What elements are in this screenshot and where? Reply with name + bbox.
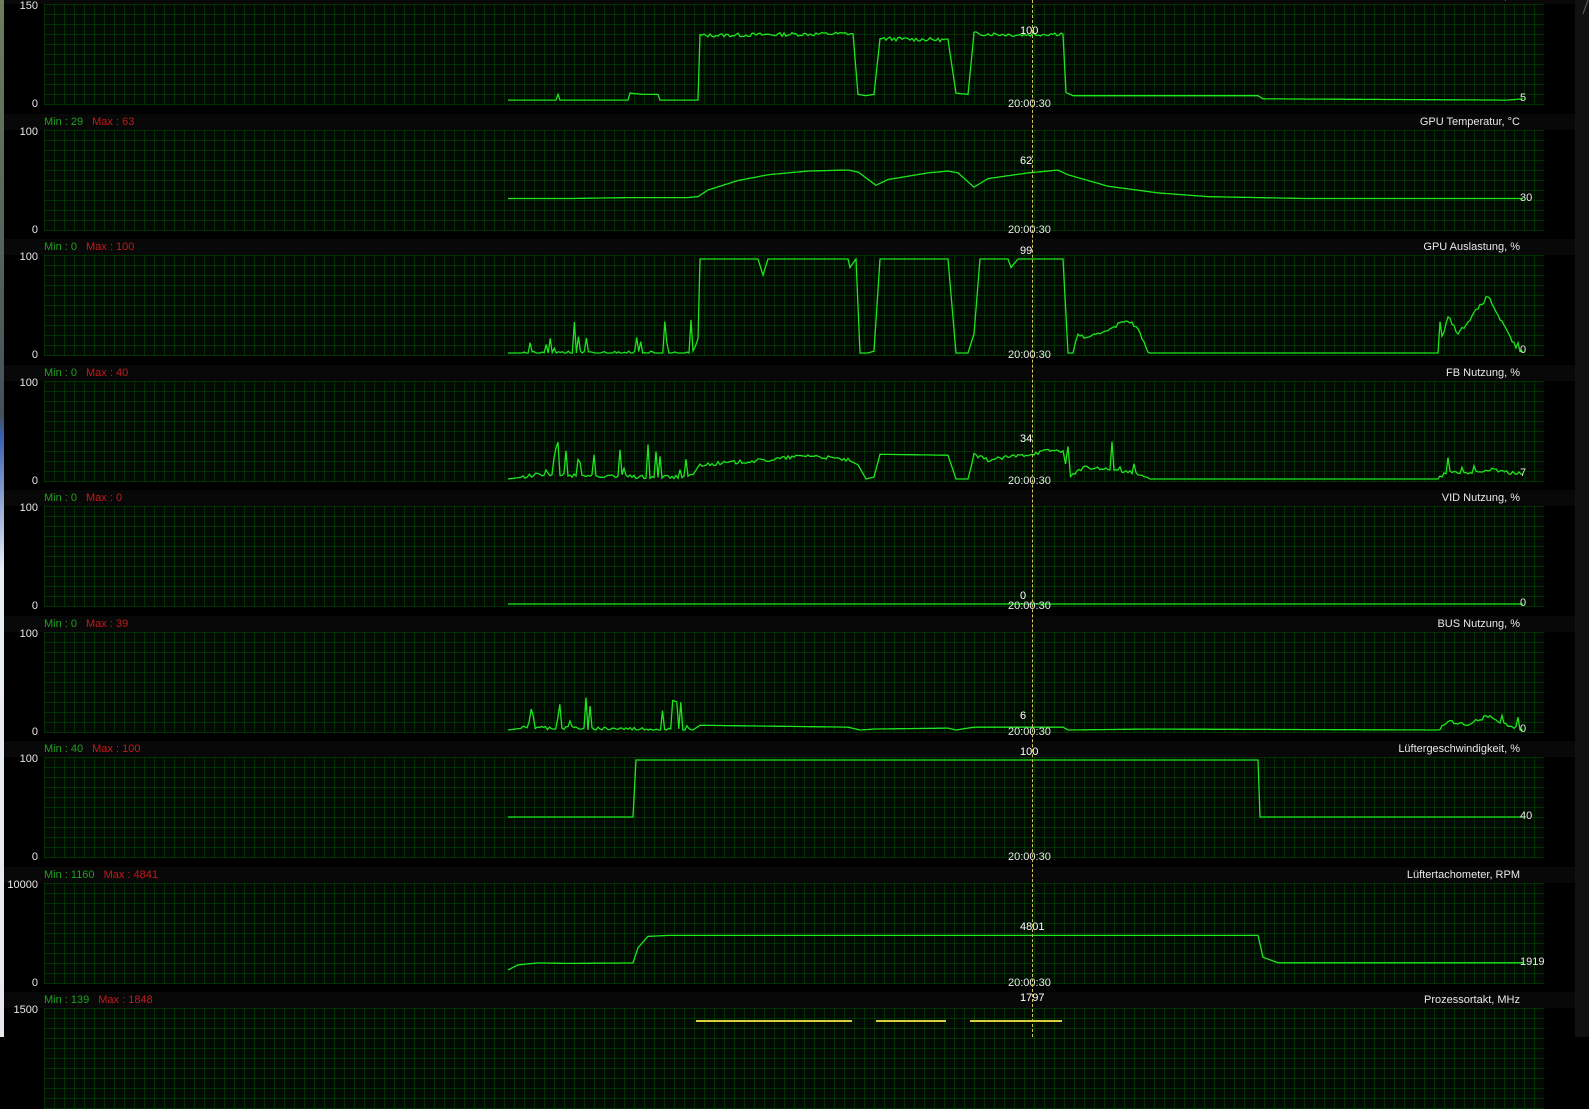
graph-panel[interactable]: Min : 0 Max : 100 GPU Auslastung, % 100 0 0 99… (4, 239, 1575, 361)
current-value-label: 7 (1520, 467, 1527, 480)
metric-trace (508, 169, 1523, 200)
trace-line (508, 31, 1524, 101)
timestamp-label: 20:00:30 (1008, 600, 1051, 612)
current-value-label: 0 (1520, 723, 1527, 735)
timestamp-label: 20:00:30 (1008, 98, 1051, 110)
graph-panel[interactable]: Min : 5Max : 112Power, %1500510020:00:30 (4, 0, 1575, 110)
cursor-value-label: 99 (1020, 244, 1033, 257)
metric-trace (508, 759, 1523, 818)
current-value-label: 0 (1520, 597, 1527, 609)
min-value: Min : 139 (44, 994, 90, 1006)
timestamp-label: 20:00:30 (1008, 977, 1051, 989)
current-value-label: 1919 (1520, 955, 1545, 968)
metric-trace (508, 257, 1524, 355)
trace-line (508, 169, 1523, 200)
current-value-label: 30 (1520, 191, 1533, 204)
current-value-label: 5 (1520, 91, 1527, 104)
graph-panel[interactable]: Min : 0 Max : 0 VID Nutzung, % 100 0 0 0 20:00:… (4, 490, 1575, 612)
graph-panel[interactable]: Min : 40 Max : 100 Lüftergeschwindigkeit, … (4, 741, 1575, 863)
metric-trace (508, 31, 1524, 101)
trace-line (507, 934, 1523, 971)
timestamp-label: 20:00:30 (1008, 851, 1051, 863)
panel-header (4, 992, 1575, 1008)
current-value-label: 0 (1520, 344, 1527, 357)
time-cursor[interactable] (1032, 0, 1033, 1037)
next-graph-trace (0, 1020, 1589, 1024)
trace-segment (696, 1020, 852, 1022)
cursor-value-label: 100 (1020, 24, 1039, 37)
graph-panel[interactable]: Min : 29 Max : 63 GPU Temperatur, °C 100 0 30… (4, 114, 1575, 236)
graph-panel[interactable]: Min : 0 Max : 40 FB Nutzung, % 100 0 7 34 20:00… (4, 365, 1575, 487)
graph-panel[interactable]: Min : 0 Max : 39 BUS Nutzung, % 100 0 0 6 20:00… (4, 616, 1575, 738)
current-value-label: 40 (1520, 810, 1533, 822)
trace-line (508, 759, 1523, 818)
metric-trace (507, 697, 1523, 732)
timestamp-label: 20:00:30 (1008, 475, 1051, 487)
trace-line (507, 441, 1524, 480)
cursor-value-label: 62 (1020, 155, 1033, 168)
metric-trace (507, 441, 1524, 480)
cursor-value-label: 34 (1020, 432, 1033, 445)
metric-trace (508, 603, 1523, 605)
timestamp-label: 20:00:30 (1008, 224, 1051, 236)
metric-trace (507, 934, 1523, 971)
cursor-value-label: 6 (1020, 710, 1027, 723)
trace-segment (970, 1020, 1062, 1022)
y-axis-max-label: 1500 (13, 1004, 38, 1016)
timestamp-label: 20:00:30 (1008, 349, 1051, 361)
graph-panel[interactable]: Min : 139 Max : 1848 Prozessortakt, MHz 150… (4, 992, 1575, 1109)
trace-segment (876, 1020, 946, 1022)
min-max-label: Min : 139 Max : 1848 (44, 994, 153, 1006)
timestamp-label: 20:00:30 (1008, 726, 1051, 738)
trace-line (508, 257, 1524, 355)
graph-panel[interactable]: Min : 1160 Max : 4841 Lüftertachometer, RP… (4, 867, 1575, 989)
graph-title: Prozessortakt, MHz (1424, 994, 1520, 1006)
max-value: Max : 1848 (98, 994, 153, 1006)
cursor-value-label: 100 (1020, 746, 1039, 758)
